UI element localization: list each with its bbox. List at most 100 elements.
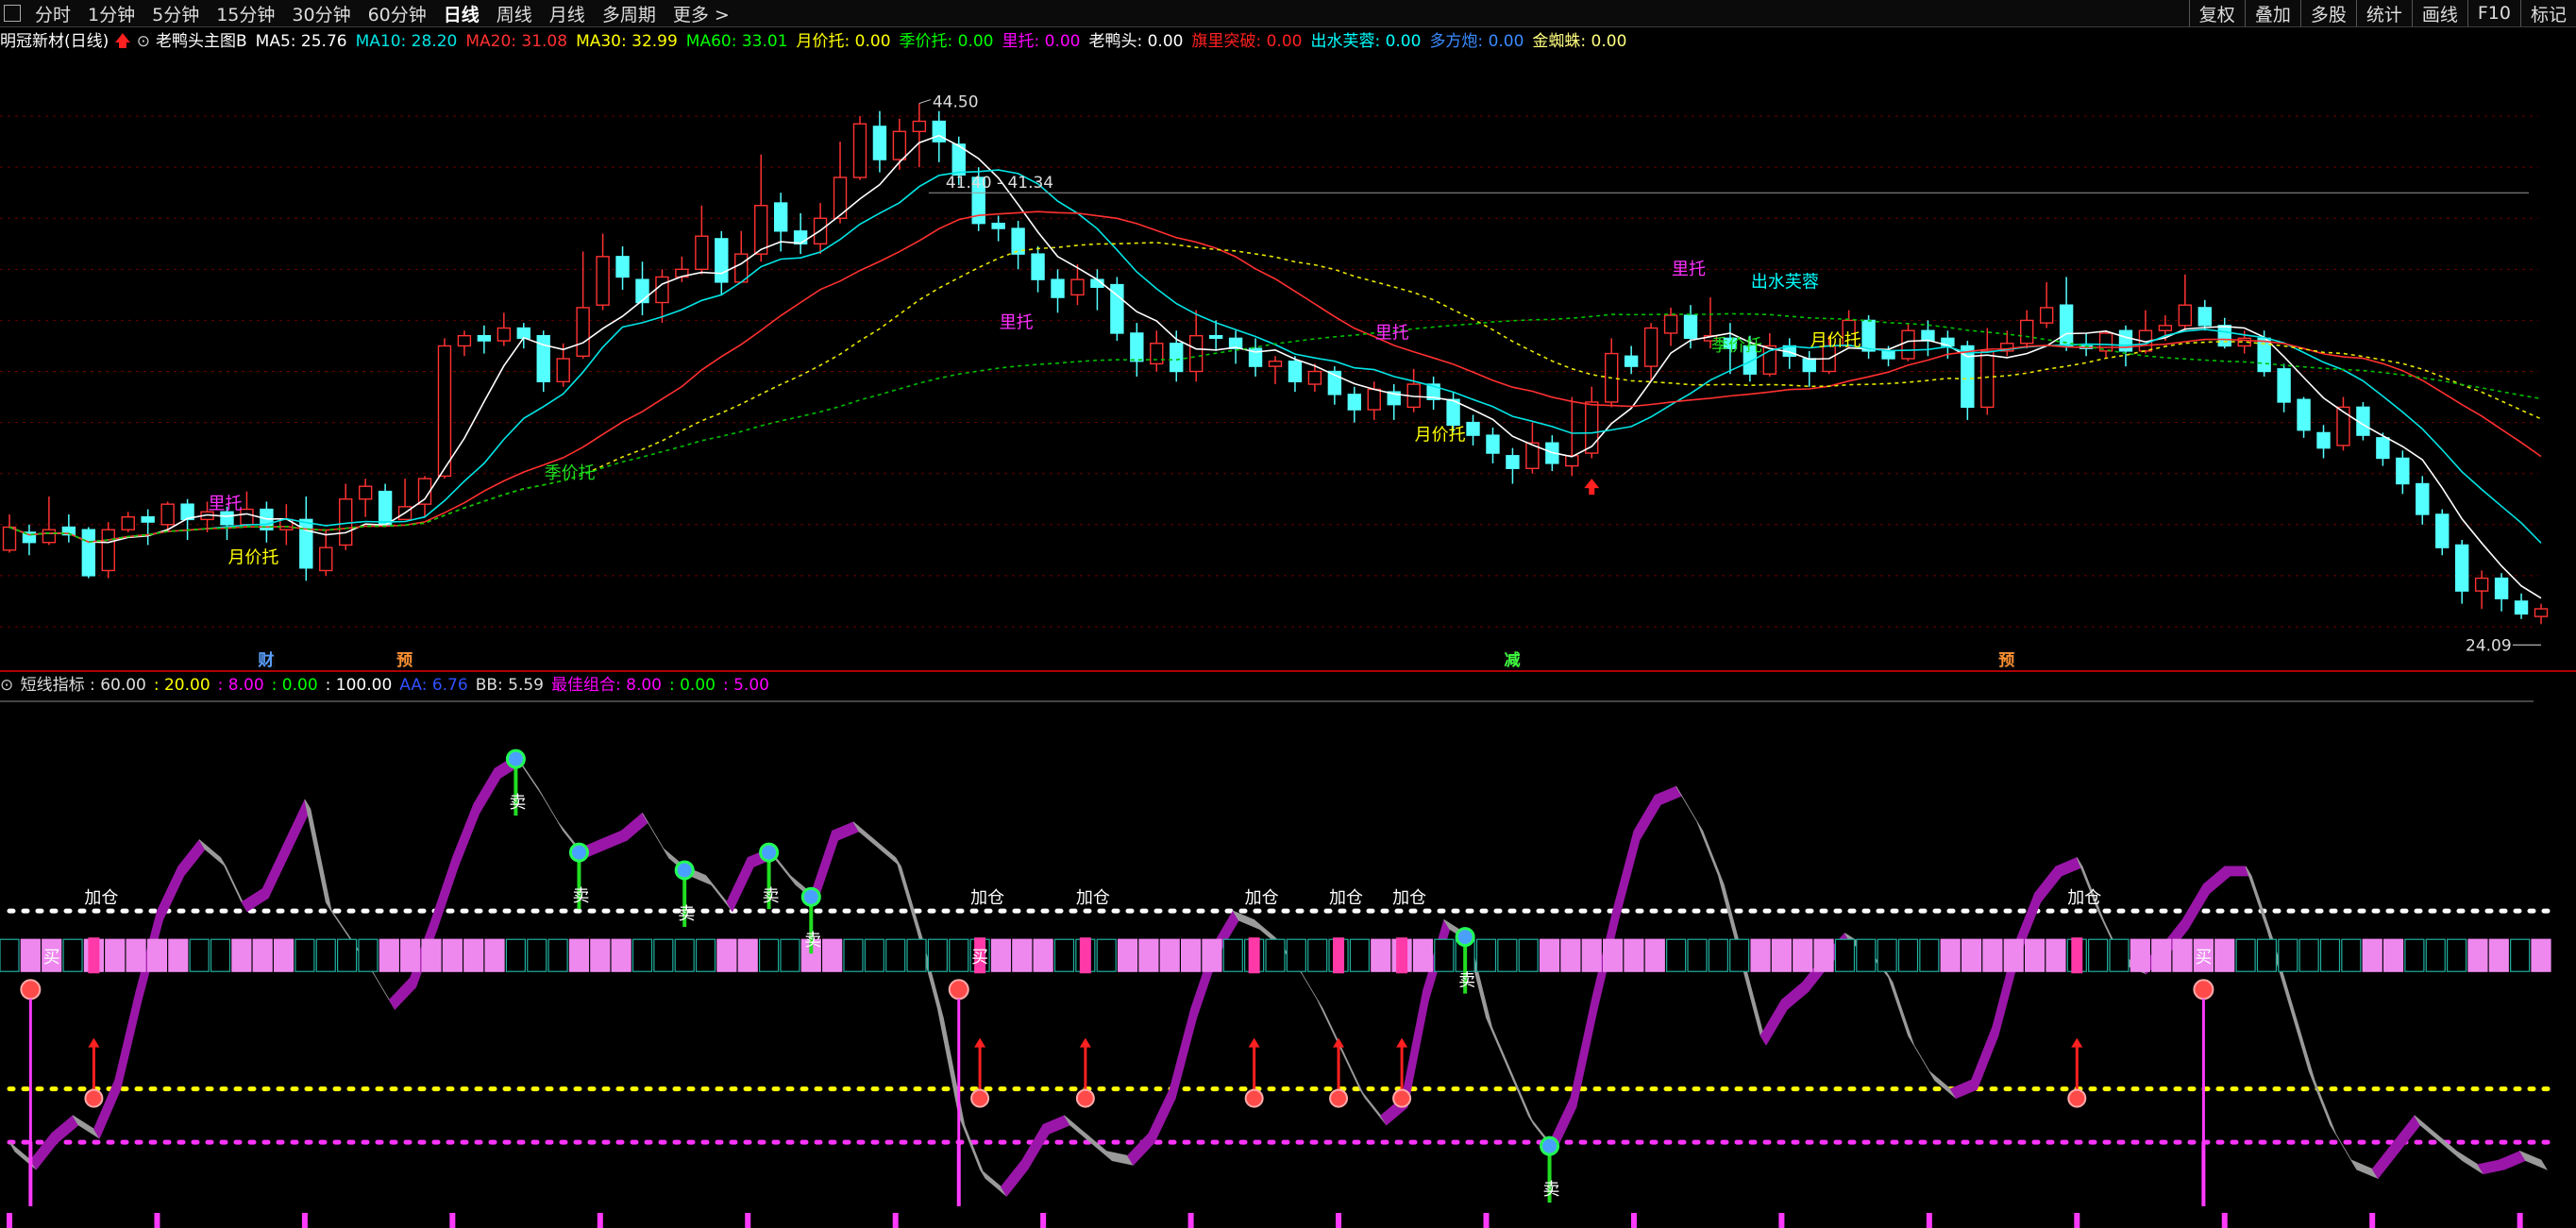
tab-period-9[interactable]: 多周期 <box>594 1 665 26</box>
candle[interactable] <box>1347 386 1362 423</box>
candle[interactable] <box>912 103 927 168</box>
candle[interactable] <box>497 312 512 346</box>
candle[interactable] <box>1921 320 1935 357</box>
candle[interactable] <box>339 483 353 550</box>
candle[interactable] <box>793 212 808 255</box>
tab-period-2[interactable]: 5分钟 <box>143 1 208 26</box>
candle[interactable] <box>2534 603 2549 625</box>
candle[interactable] <box>1624 345 1639 375</box>
candle[interactable] <box>1585 386 1599 459</box>
candle[interactable] <box>2059 277 2074 351</box>
candle[interactable] <box>2396 450 2410 495</box>
candle[interactable] <box>1762 332 1777 377</box>
event-marker[interactable]: 财 <box>257 650 274 670</box>
candle[interactable] <box>1802 350 1816 387</box>
candle[interactable] <box>2474 570 2489 610</box>
candle[interactable] <box>813 203 828 255</box>
collapse-icon[interactable]: ⊙ <box>137 32 150 51</box>
candle[interactable] <box>1643 323 1658 382</box>
candle[interactable] <box>615 246 630 290</box>
candle[interactable] <box>2435 509 2450 556</box>
candle[interactable] <box>240 491 254 528</box>
candle[interactable] <box>1683 305 1698 349</box>
tab-period-0[interactable]: 分时 <box>26 1 79 26</box>
candle[interactable] <box>2454 540 2469 604</box>
candle[interactable] <box>2416 476 2430 525</box>
toolbar-button-4[interactable]: 画线 <box>2411 0 2467 26</box>
candle[interactable] <box>1011 220 1025 270</box>
candle[interactable] <box>42 496 57 546</box>
candle[interactable] <box>299 496 313 581</box>
candle[interactable] <box>1090 269 1104 311</box>
candle[interactable] <box>2197 299 2212 331</box>
main-price-chart[interactable]: 明冠新材(日线) 🡅 ⊙ 老鸭头主图B MA5: 25.76 MA10: 28.20 MA2… <box>0 27 2576 672</box>
candle[interactable] <box>2494 573 2509 612</box>
candle[interactable] <box>2020 310 2034 349</box>
candle[interactable] <box>695 205 709 275</box>
candle[interactable] <box>378 483 393 528</box>
candle[interactable] <box>477 325 492 354</box>
candle[interactable] <box>2297 396 2311 438</box>
tab-period-6[interactable]: 日线 <box>435 1 488 26</box>
candle[interactable] <box>260 501 274 543</box>
event-marker[interactable]: 减 <box>1504 650 1520 670</box>
candle[interactable] <box>319 530 333 576</box>
toolbar-button-3[interactable]: 统计 <box>2355 0 2412 26</box>
candle[interactable] <box>2277 363 2291 412</box>
candle[interactable] <box>754 154 768 262</box>
candle[interactable] <box>1387 384 1401 420</box>
candle[interactable] <box>1130 323 1144 377</box>
candle[interactable] <box>2514 593 2529 619</box>
tab-period-10[interactable]: 更多 > <box>665 1 738 26</box>
candle[interactable] <box>61 513 76 543</box>
toolbar-button-6[interactable]: 标记 <box>2519 0 2576 26</box>
candle[interactable] <box>1031 246 1045 293</box>
event-marker[interactable]: 预 <box>1998 651 2014 670</box>
candle[interactable] <box>852 116 867 180</box>
tab-period-1[interactable]: 1分钟 <box>79 1 143 26</box>
toolbar-button-2[interactable]: 多股 <box>2299 0 2356 26</box>
candle[interactable] <box>536 330 550 393</box>
candle[interactable] <box>1268 356 1283 385</box>
candle[interactable] <box>715 230 729 295</box>
candle[interactable] <box>1663 307 1678 346</box>
toolbar-button-5[interactable]: F10 <box>2467 0 2520 26</box>
candle[interactable] <box>2178 274 2193 331</box>
candle[interactable] <box>2336 396 2350 451</box>
candle[interactable] <box>121 512 135 532</box>
candle[interactable] <box>417 476 432 517</box>
candle[interactable] <box>1248 338 1263 377</box>
candle[interactable] <box>2316 425 2331 459</box>
candle[interactable] <box>1150 330 1164 372</box>
candle[interactable] <box>1565 396 1579 477</box>
candle[interactable] <box>596 233 610 311</box>
candle[interactable] <box>1525 422 1540 474</box>
candle[interactable] <box>1466 414 1480 446</box>
candle[interactable] <box>1506 447 1520 484</box>
candle[interactable] <box>1188 310 1204 382</box>
candle[interactable] <box>991 215 1005 242</box>
event-marker[interactable]: 预 <box>396 651 412 670</box>
candle[interactable] <box>2039 281 2054 328</box>
toolbar-button-1[interactable]: 叠加 <box>2244 0 2300 26</box>
candle[interactable] <box>1110 277 1124 342</box>
candle[interactable] <box>1426 376 1440 411</box>
candle[interactable] <box>1406 368 1421 412</box>
candle[interactable] <box>457 330 472 357</box>
candle[interactable] <box>1980 328 1995 415</box>
candle[interactable] <box>1861 315 1876 359</box>
candle[interactable] <box>2 513 17 553</box>
candle[interactable] <box>437 338 452 479</box>
candle[interactable] <box>81 527 96 579</box>
menu-icon[interactable] <box>4 5 21 22</box>
tab-period-8[interactable]: 月线 <box>541 1 594 26</box>
candle[interactable] <box>180 498 194 541</box>
tab-period-7[interactable]: 周线 <box>488 1 541 26</box>
tab-period-3[interactable]: 15分钟 <box>208 1 283 26</box>
tab-period-4[interactable]: 30分钟 <box>283 1 359 26</box>
tab-period-5[interactable]: 60分钟 <box>360 1 435 26</box>
candle[interactable] <box>358 479 373 517</box>
candle[interactable] <box>872 110 887 173</box>
candle[interactable] <box>1486 428 1500 463</box>
indicator-chart[interactable]: ⊙ 短线指标 : 60.00: 20.00: 8.00: 0.00: 100.0… <box>0 673 2576 1228</box>
